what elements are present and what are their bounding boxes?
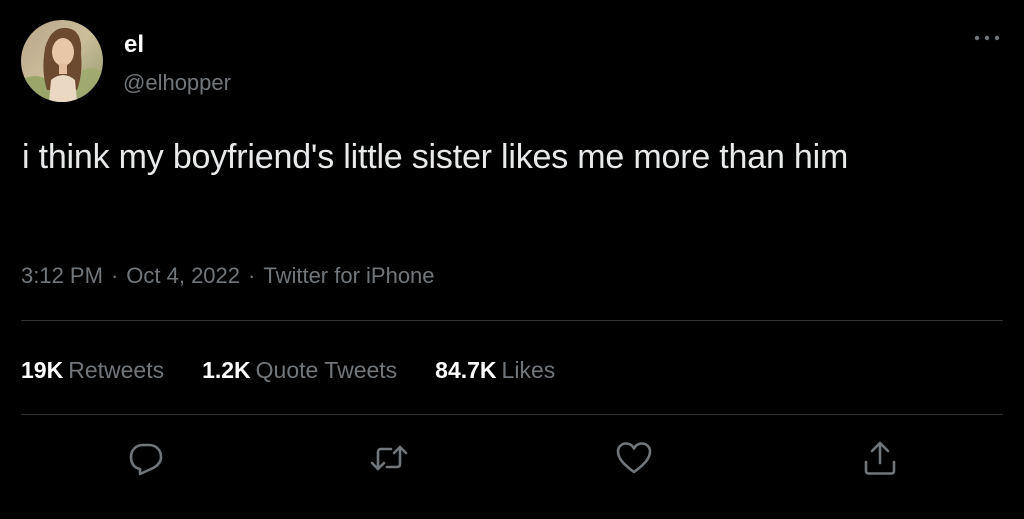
more-options-button[interactable] [970, 28, 1004, 48]
retweet-button[interactable] [369, 438, 409, 478]
engagement-stats: 19K Retweets 1.2K Quote Tweets 84.7K Likes [21, 356, 593, 384]
tweet-text: i think my boyfriend's little sister lik… [22, 138, 849, 176]
meta-separator: · [110, 263, 119, 288]
tweet-date[interactable]: Oct 4, 2022 [126, 263, 240, 288]
quote-tweets-stat[interactable]: 1.2K Quote Tweets [202, 356, 397, 384]
tweet-source[interactable]: Twitter for iPhone [263, 263, 434, 288]
tweet-time[interactable]: 3:12 PM [21, 263, 103, 288]
share-button[interactable] [860, 438, 900, 478]
reply-icon [129, 443, 163, 476]
divider [21, 414, 1003, 415]
likes-count: 84.7K [435, 357, 497, 383]
user-handle[interactable]: @elhopper [123, 70, 231, 96]
heart-icon [616, 442, 652, 474]
quote-tweets-count: 1.2K [202, 357, 251, 383]
avatar[interactable] [21, 20, 103, 102]
more-horizontal-icon [974, 35, 1000, 41]
retweets-label: Retweets [68, 357, 165, 383]
retweet-icon [370, 445, 408, 471]
retweets-count: 19K [21, 357, 64, 383]
tweet-detail: el @elhopper i think my boyfriend's litt… [0, 0, 1024, 519]
avatar-photo [21, 20, 103, 102]
quote-tweets-label: Quote Tweets [255, 357, 398, 383]
reply-button[interactable] [126, 438, 166, 478]
likes-label: Likes [501, 357, 556, 383]
divider [21, 320, 1003, 321]
meta-separator: · [248, 263, 256, 288]
tweet-metadata: 3:12 PM · Oct 4, 2022 · Twitter for iPhone [21, 262, 435, 290]
retweets-stat[interactable]: 19K Retweets [21, 356, 164, 384]
display-name[interactable]: el [124, 31, 144, 59]
likes-stat[interactable]: 84.7K Likes [435, 356, 555, 384]
share-icon [864, 441, 896, 475]
like-button[interactable] [614, 438, 654, 478]
